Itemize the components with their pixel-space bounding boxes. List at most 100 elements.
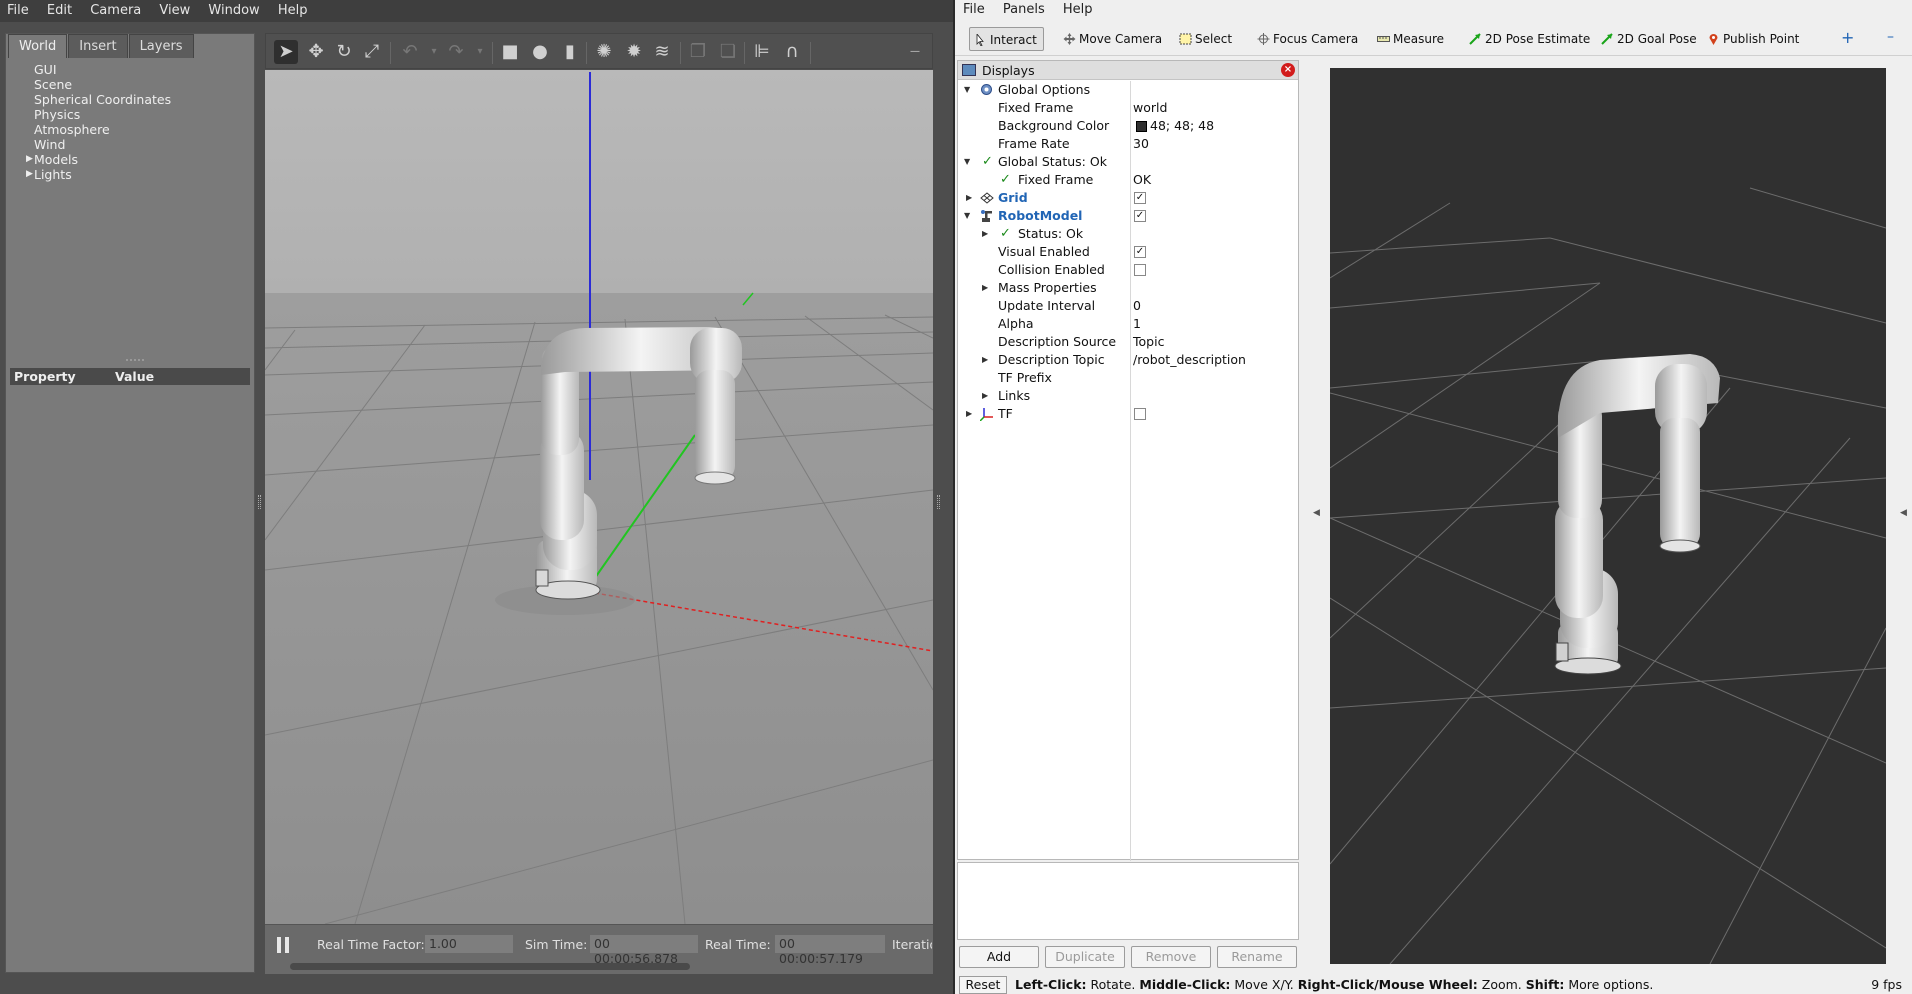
add-display-button[interactable]: Add — [959, 946, 1039, 968]
panel-splitter[interactable] — [126, 359, 144, 362]
visual-enabled-checkbox[interactable]: ✓ — [1134, 246, 1146, 258]
rviz-menu-panels[interactable]: Panels — [995, 0, 1051, 17]
expand-arrow-icon[interactable]: ▶ — [26, 152, 33, 167]
translate-mode-icon[interactable]: ✥ — [304, 40, 328, 64]
tree-row-links[interactable]: ▶ Links — [958, 387, 1298, 405]
tree-item-wind[interactable]: Wind — [14, 137, 254, 152]
expand-arrow-icon[interactable]: ▶ — [982, 279, 988, 297]
tab-world[interactable]: World — [8, 34, 68, 58]
expand-arrow-icon[interactable]: ▼ — [964, 81, 970, 99]
paste-icon[interactable]: ❏ — [716, 40, 740, 64]
property-value[interactable]: Topic — [1133, 333, 1164, 351]
tree-item-models[interactable]: ▶ Models — [14, 152, 254, 167]
rviz-3d-viewport[interactable] — [1330, 68, 1886, 964]
redo-icon[interactable]: ↷ — [444, 40, 468, 64]
expand-arrow-icon[interactable]: ▶ — [982, 225, 988, 243]
gazebo-menu-help[interactable]: Help — [271, 0, 315, 18]
color-swatch[interactable] — [1136, 121, 1147, 132]
tree-row-mass-properties[interactable]: ▶ Mass Properties — [958, 279, 1298, 297]
robot-model-enabled-checkbox[interactable]: ✓ — [1134, 210, 1146, 222]
right-splitter-handle[interactable] — [937, 495, 940, 509]
tree-row-grid[interactable]: ▶ Grid ✓ — [958, 189, 1298, 207]
tree-row-collision-enabled[interactable]: Collision Enabled — [958, 261, 1298, 279]
horizontal-scrollbar[interactable] — [290, 963, 690, 970]
tree-row-fixed-frame[interactable]: Fixed Frame world — [958, 99, 1298, 117]
tree-row-description-source[interactable]: Description Source Topic — [958, 333, 1298, 351]
reset-button[interactable]: Reset — [959, 976, 1007, 994]
rename-display-button[interactable]: Rename — [1217, 946, 1297, 968]
move-camera-tool-button[interactable]: Move Camera — [1059, 27, 1168, 51]
remove-tool-minus-icon[interactable]: – — [1887, 30, 1894, 44]
sphere-shape-icon[interactable]: ● — [528, 40, 552, 64]
snap-icon[interactable]: ∩ — [780, 40, 804, 64]
select-mode-icon[interactable]: ➤ — [274, 40, 298, 64]
rviz-menu-help[interactable]: Help — [1055, 0, 1099, 17]
tree-row-background-color[interactable]: Background Color 48; 48; 48 — [958, 117, 1298, 135]
property-value[interactable]: world — [1133, 99, 1167, 117]
tab-layers[interactable]: Layers — [128, 34, 194, 58]
tf-enabled-checkbox[interactable] — [1134, 408, 1146, 420]
tree-row-robot-status[interactable]: ▶ ✓ Status: Ok — [958, 225, 1298, 243]
tree-item-scene[interactable]: Scene — [14, 77, 254, 92]
tree-row-frame-rate[interactable]: Frame Rate 30 — [958, 135, 1298, 153]
gazebo-3d-viewport[interactable] — [265, 70, 933, 924]
gazebo-menu-camera[interactable]: Camera — [83, 0, 148, 18]
tree-item-physics[interactable]: Physics — [14, 107, 254, 122]
add-tool-plus-icon[interactable]: + — [1841, 30, 1854, 46]
grid-enabled-checkbox[interactable]: ✓ — [1134, 192, 1146, 204]
gazebo-menu-edit[interactable]: Edit — [40, 0, 79, 18]
pause-icon[interactable] — [276, 937, 290, 953]
property-value[interactable]: 48; 48; 48 — [1150, 117, 1214, 135]
tree-row-robot-model[interactable]: ▼ RobotModel ✓ — [958, 207, 1298, 225]
tree-row-visual-enabled[interactable]: Visual Enabled ✓ — [958, 243, 1298, 261]
directional-light-icon[interactable]: ≋ — [650, 40, 674, 64]
collision-enabled-checkbox[interactable] — [1134, 264, 1146, 276]
expand-arrow-icon[interactable]: ▶ — [982, 387, 988, 405]
tree-row-global-options[interactable]: ▼ Global Options — [958, 81, 1298, 99]
collapse-left-arrow-icon[interactable]: ◀ — [1313, 508, 1320, 518]
pose-estimate-tool-button[interactable]: 2D Pose Estimate — [1465, 27, 1596, 51]
collapse-right-arrow-icon[interactable]: ◀ — [1900, 508, 1907, 518]
tree-row-update-interval[interactable]: Update Interval 0 — [958, 297, 1298, 315]
tree-item-atmosphere[interactable]: Atmosphere — [14, 122, 254, 137]
align-icon[interactable]: ⊫ — [750, 40, 774, 64]
tree-row-global-status[interactable]: ▼ ✓ Global Status: Ok — [958, 153, 1298, 171]
property-value[interactable]: /robot_description — [1133, 351, 1246, 369]
toolbar-overflow-icon[interactable]: — — [903, 40, 927, 64]
remove-display-button[interactable]: Remove — [1131, 946, 1211, 968]
cylinder-shape-icon[interactable]: ▮ — [558, 40, 582, 64]
copy-icon[interactable]: ❐ — [686, 40, 710, 64]
expand-arrow-icon[interactable]: ▶ — [982, 351, 988, 369]
property-value[interactable]: 1 — [1133, 315, 1141, 333]
select-tool-button[interactable]: Select — [1175, 27, 1238, 51]
undo-icon[interactable]: ↶ — [398, 40, 422, 64]
tree-row-description-topic[interactable]: ▶ Description Topic /robot_description — [958, 351, 1298, 369]
goal-pose-tool-button[interactable]: 2D Goal Pose — [1597, 27, 1703, 51]
tree-row-status-fixed-frame[interactable]: ✓ Fixed Frame OK — [958, 171, 1298, 189]
focus-camera-tool-button[interactable]: Focus Camera — [1253, 27, 1364, 51]
gazebo-menu-window[interactable]: Window — [201, 0, 266, 18]
property-value[interactable]: 0 — [1133, 297, 1141, 315]
expand-arrow-icon[interactable]: ▶ — [966, 189, 972, 207]
spot-light-icon[interactable]: ✹ — [622, 40, 646, 64]
tree-item-lights[interactable]: ▶ Lights — [14, 167, 254, 182]
close-icon[interactable]: × — [1281, 63, 1295, 77]
tree-row-tf-prefix[interactable]: TF Prefix — [958, 369, 1298, 387]
tree-item-spherical-coordinates[interactable]: Spherical Coordinates — [14, 92, 254, 107]
redo-dropdown-icon[interactable]: ▾ — [468, 40, 492, 64]
publish-point-tool-button[interactable]: Publish Point — [1703, 27, 1805, 51]
tree-item-gui[interactable]: GUI — [14, 62, 254, 77]
expand-arrow-icon[interactable]: ▼ — [964, 153, 970, 171]
point-light-icon[interactable]: ✺ — [592, 40, 616, 64]
gazebo-menu-file[interactable]: File — [0, 0, 36, 18]
gazebo-menu-view[interactable]: View — [152, 0, 197, 18]
tab-insert[interactable]: Insert — [68, 34, 128, 58]
duplicate-display-button[interactable]: Duplicate — [1045, 946, 1125, 968]
expand-arrow-icon[interactable]: ▶ — [966, 405, 972, 423]
tree-row-tf[interactable]: ▶ TF — [958, 405, 1298, 423]
rviz-menu-file[interactable]: File — [955, 0, 991, 17]
rotate-mode-icon[interactable]: ↻ — [332, 40, 356, 64]
scale-mode-icon[interactable]: ⤢ — [360, 40, 384, 64]
undo-dropdown-icon[interactable]: ▾ — [422, 40, 446, 64]
property-value[interactable]: 30 — [1133, 135, 1149, 153]
